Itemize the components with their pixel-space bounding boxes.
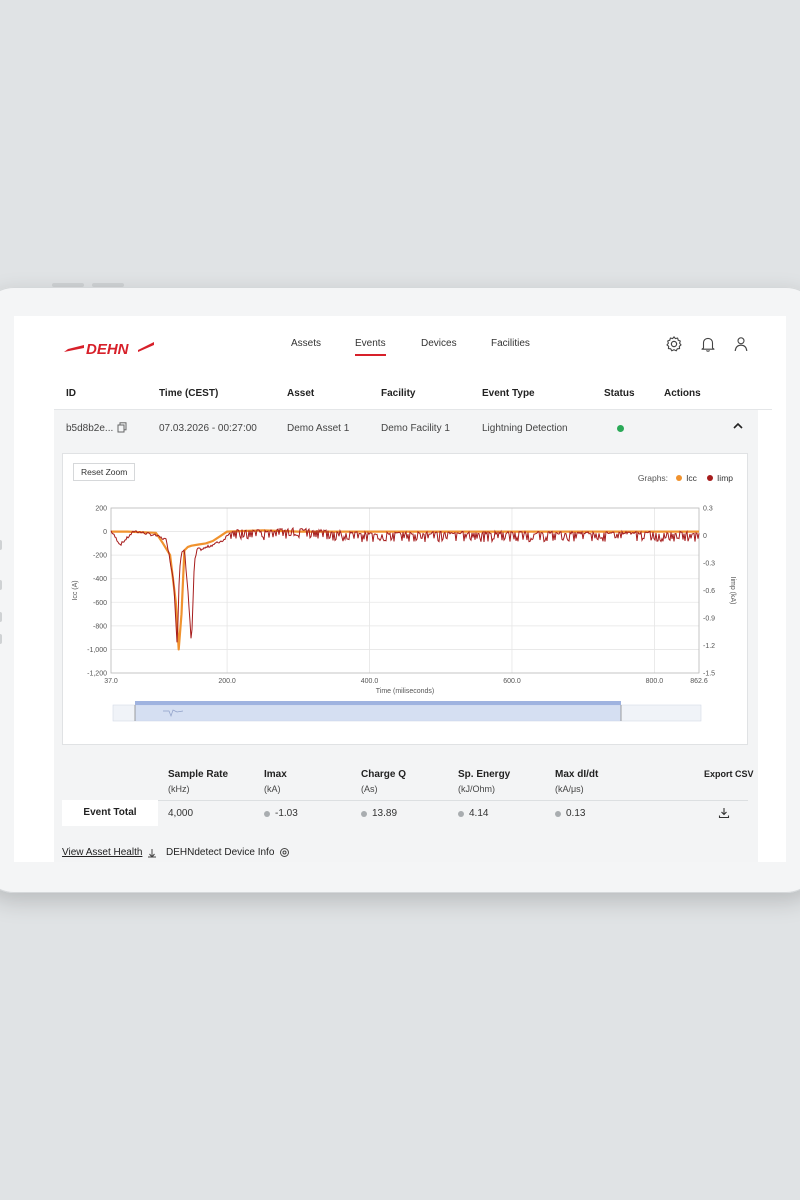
summary-imax-value: -1.03 — [264, 808, 298, 819]
export-csv-label[interactable]: Export CSV — [704, 769, 754, 779]
event-time: 07.03.2026 - 00:27:00 — [159, 423, 257, 434]
navigator-scrollbar — [135, 701, 621, 705]
event-facility: Demo Facility 1 — [381, 423, 450, 434]
energy-dot — [458, 810, 464, 817]
x-tick-label: 800.0 — [646, 678, 664, 685]
event-type: Lightning Detection — [482, 423, 568, 434]
charge-dot — [361, 810, 367, 817]
col-event-type: Event Type — [482, 388, 535, 399]
copy-icon[interactable] — [117, 422, 127, 433]
x-tick-label: 37.0 — [104, 678, 118, 685]
y-axis-right-label: Iimp (kA) — [729, 577, 736, 605]
tablet-side-button-4 — [0, 634, 2, 644]
navigator-selection — [135, 705, 621, 721]
asset-health-text: View Asset Health — [62, 847, 143, 858]
y-tick-left-label: -400 — [93, 576, 107, 583]
summary-didt-value: 0.13 — [555, 808, 585, 819]
charge-value-text: 13.89 — [372, 808, 398, 819]
user-icon[interactable] — [732, 335, 750, 353]
x-tick-label: 200.0 — [218, 678, 236, 685]
summary-didt-unit: (kA/μs) — [555, 784, 584, 794]
imax-value-text: -1.03 — [275, 808, 298, 819]
chevron-up-icon[interactable] — [732, 421, 744, 431]
nav-assets[interactable]: Assets — [291, 338, 321, 349]
col-actions: Actions — [664, 388, 701, 399]
summary-charge-title: Charge Q — [361, 769, 407, 780]
summary-imax-unit: (kA) — [264, 784, 281, 794]
y-tick-right-label: -1.5 — [703, 671, 715, 678]
col-status: Status — [604, 388, 635, 399]
summary-sample-rate-unit: (kHz) — [168, 784, 190, 794]
download-icon[interactable] — [718, 807, 730, 819]
chart-card: Reset Zoom Graphs: Icc Iimp 200 0 -200 -400… — [62, 453, 748, 745]
y-tick-left-label: 0 — [103, 529, 107, 536]
settings-small-icon — [280, 848, 290, 857]
event-id: b5d8b2e... — [66, 423, 114, 434]
summary-charge-unit: (As) — [361, 784, 378, 794]
imax-dot — [264, 810, 270, 817]
summary-sample-rate-value: 4,000 — [168, 808, 193, 819]
summary-didt-title: Max dI/dt — [555, 769, 599, 780]
y-tick-left-label: 200 — [95, 506, 107, 513]
tablet-side-button-3 — [0, 612, 2, 622]
summary-energy-unit: (kJ/Ohm) — [458, 784, 495, 794]
asset-health-icon — [148, 848, 157, 858]
energy-value-text: 4.14 — [469, 808, 489, 819]
bell-icon[interactable] — [699, 335, 717, 353]
summary-energy-title: Sp. Energy — [458, 769, 511, 780]
y-tick-right-label: -0.9 — [703, 616, 715, 623]
x-axis-label: Time (miliseconds) — [376, 688, 434, 695]
col-id: ID — [66, 388, 76, 399]
y-tick-right-label: 0.3 — [703, 506, 713, 513]
device-info-link[interactable]: DEHNdetect Device Info — [166, 847, 290, 858]
gear-icon[interactable] — [665, 335, 683, 353]
summary-charge-value: 13.89 — [361, 808, 397, 819]
y-tick-right-label: -0.6 — [703, 588, 715, 595]
y-tick-left-label: -1,000 — [87, 647, 107, 654]
y-tick-left-label: -600 — [93, 600, 107, 607]
summary-imax-title: Imax — [264, 769, 287, 780]
x-tick-label: 600.0 — [503, 678, 521, 685]
sample-rate-value-text: 4,000 — [168, 808, 194, 819]
waveform-chart[interactable]: 200 0 -200 -400 -600 -800 -1,000 -1,200 0.3 0 -0.3… — [63, 454, 749, 746]
tablet-side-button-1 — [0, 540, 2, 550]
event-total-label: Event Total — [62, 800, 158, 826]
y-tick-left-label: -200 — [93, 553, 107, 560]
nav-events[interactable]: Events — [355, 338, 386, 356]
x-tick-label: 400.0 — [361, 678, 379, 685]
app-screen: DEHN Assets Events Devices Facilities ID… — [14, 316, 786, 862]
didt-value-text: 0.13 — [566, 808, 586, 819]
status-indicator — [617, 425, 624, 432]
view-asset-health-link[interactable]: View Asset Health — [62, 847, 157, 858]
device-info-text: DEHNdetect Device Info — [166, 847, 275, 858]
tablet-side-button-2 — [0, 580, 2, 590]
y-tick-left-label: -1,200 — [87, 671, 107, 678]
didt-dot — [555, 810, 561, 817]
col-facility: Facility — [381, 388, 416, 399]
event-asset: Demo Asset 1 — [287, 423, 350, 434]
y-tick-right-label: -1.2 — [703, 643, 715, 650]
y-axis-left-label: Icc (A) — [72, 580, 79, 600]
summary-energy-value: 4.14 — [458, 808, 488, 819]
y-tick-left-label: -800 — [93, 623, 107, 630]
y-tick-right-label: 0 — [703, 533, 707, 540]
col-asset: Asset — [287, 388, 315, 399]
nav-facilities[interactable]: Facilities — [491, 338, 530, 349]
summary-sample-rate-title: Sample Rate — [168, 769, 229, 780]
y-tick-right-label: -0.3 — [703, 561, 715, 568]
nav-devices[interactable]: Devices — [421, 338, 457, 349]
col-time: Time (CEST) — [159, 388, 219, 399]
summary-divider — [62, 800, 748, 801]
x-tick-label: 862.6 — [690, 678, 708, 685]
